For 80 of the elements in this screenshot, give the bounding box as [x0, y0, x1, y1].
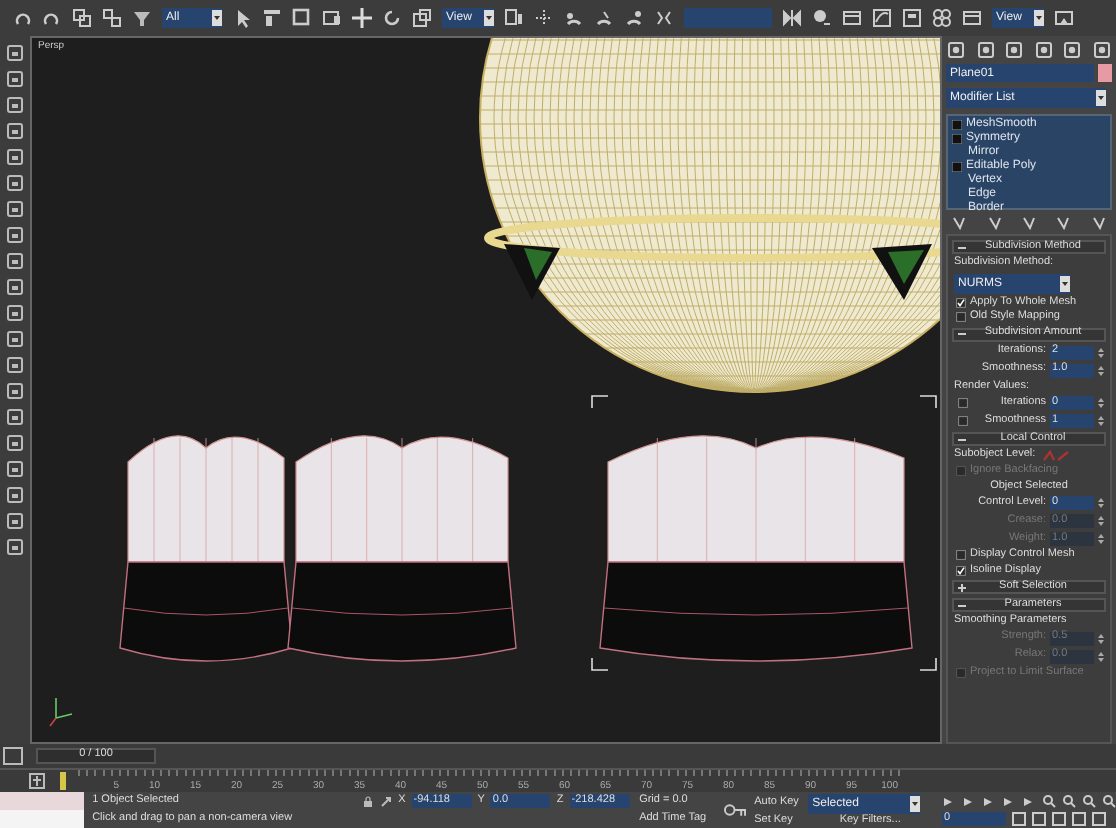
tool-icon[interactable] — [6, 356, 24, 374]
tool-icon[interactable] — [6, 330, 24, 348]
undo-icon[interactable] — [12, 8, 32, 28]
spinner-arrows-icon[interactable] — [1098, 396, 1104, 410]
render-setup-icon[interactable] — [962, 8, 982, 28]
redo-icon[interactable] — [42, 8, 62, 28]
tool-icon[interactable] — [6, 174, 24, 192]
collapse-icon — [958, 243, 966, 251]
tool-icon[interactable] — [6, 538, 24, 556]
zoom-icon[interactable] — [1042, 794, 1056, 808]
unlink-icon[interactable] — [102, 8, 122, 28]
display-icon[interactable] — [948, 42, 965, 58]
spinner-arrows-icon[interactable] — [1098, 649, 1104, 663]
scale-icon[interactable] — [412, 8, 432, 28]
spinner-arrows-icon[interactable] — [1098, 514, 1104, 528]
rotate-icon[interactable] — [382, 8, 402, 28]
tool-icon[interactable] — [6, 70, 24, 88]
curve-editor-icon[interactable] — [872, 8, 892, 28]
axis-tripod-icon — [49, 697, 73, 727]
tool-icon[interactable] — [6, 278, 24, 296]
checkbox[interactable] — [956, 312, 966, 323]
cursor-icon[interactable] — [232, 8, 252, 28]
checkbox[interactable] — [958, 398, 968, 408]
tool-icon[interactable] — [6, 252, 24, 270]
dropdown-arrow-icon — [212, 10, 222, 26]
expand-icon — [958, 583, 966, 591]
layers-icon[interactable] — [842, 8, 862, 28]
absolute-mode-icon[interactable] — [380, 795, 393, 808]
dropdown-arrow-icon — [1096, 90, 1106, 106]
pivot-icon[interactable] — [504, 8, 524, 28]
key-icon[interactable] — [723, 802, 747, 818]
collapse-icon — [958, 435, 966, 443]
checkbox[interactable] — [958, 416, 968, 426]
spinner-arrows-icon[interactable] — [1098, 345, 1104, 359]
tool-icon[interactable] — [6, 122, 24, 140]
script-input-field[interactable] — [0, 810, 85, 828]
tool-icon[interactable] — [6, 434, 24, 452]
time-marker[interactable] — [60, 772, 66, 790]
dropdown-arrow-icon — [1060, 275, 1070, 291]
spinner-arrows-icon[interactable] — [1098, 363, 1104, 377]
spinner-arrows-icon[interactable] — [1098, 631, 1104, 645]
spinner-arrows-icon[interactable] — [1098, 414, 1104, 428]
checkbox[interactable] — [956, 297, 966, 308]
script-listener-field[interactable] — [0, 792, 85, 810]
material-editor-icon[interactable] — [932, 8, 952, 28]
spinner-arrows-icon[interactable] — [1098, 532, 1104, 546]
tool-icon[interactable] — [6, 408, 24, 426]
tool-icon[interactable] — [6, 382, 24, 400]
object-color-swatch[interactable] — [1098, 64, 1112, 82]
collapse-icon — [958, 330, 966, 338]
checkbox[interactable] — [956, 565, 966, 576]
tool-icon[interactable] — [6, 486, 24, 504]
tool-icon[interactable] — [6, 512, 24, 530]
collapse-icon — [958, 601, 966, 609]
select-by-name-icon[interactable] — [262, 8, 282, 28]
window-crossing-icon[interactable] — [322, 8, 342, 28]
align-icon[interactable] — [812, 8, 832, 28]
lock-icon[interactable] — [362, 795, 375, 808]
link-icon[interactable] — [72, 8, 92, 28]
render-icon[interactable] — [1054, 8, 1074, 28]
open-mini-curve-editor-icon[interactable] — [28, 772, 48, 790]
tool-icon[interactable] — [6, 44, 24, 62]
tool-icon[interactable] — [6, 96, 24, 114]
dropdown-arrow-icon — [1034, 10, 1044, 26]
checkbox[interactable] — [956, 550, 966, 561]
dropdown-arrow-icon — [484, 10, 494, 26]
tool-icon[interactable] — [6, 460, 24, 478]
rectangle-select-icon[interactable] — [292, 8, 312, 28]
tool-icon[interactable] — [6, 226, 24, 244]
named-selection-field[interactable] — [684, 8, 772, 28]
listener-icon[interactable] — [0, 746, 28, 766]
spinner-arrows-icon[interactable] — [1098, 496, 1104, 510]
move-icon[interactable] — [352, 8, 372, 28]
modifier-toggle-icon[interactable] — [952, 161, 962, 171]
schematic-view-icon[interactable] — [902, 8, 922, 28]
dropdown-arrow-icon — [910, 795, 921, 812]
tool-icon[interactable] — [6, 304, 24, 322]
tool-icon[interactable] — [6, 200, 24, 218]
tool-icon[interactable] — [6, 148, 24, 166]
utilities-icon[interactable] — [1093, 42, 1110, 58]
